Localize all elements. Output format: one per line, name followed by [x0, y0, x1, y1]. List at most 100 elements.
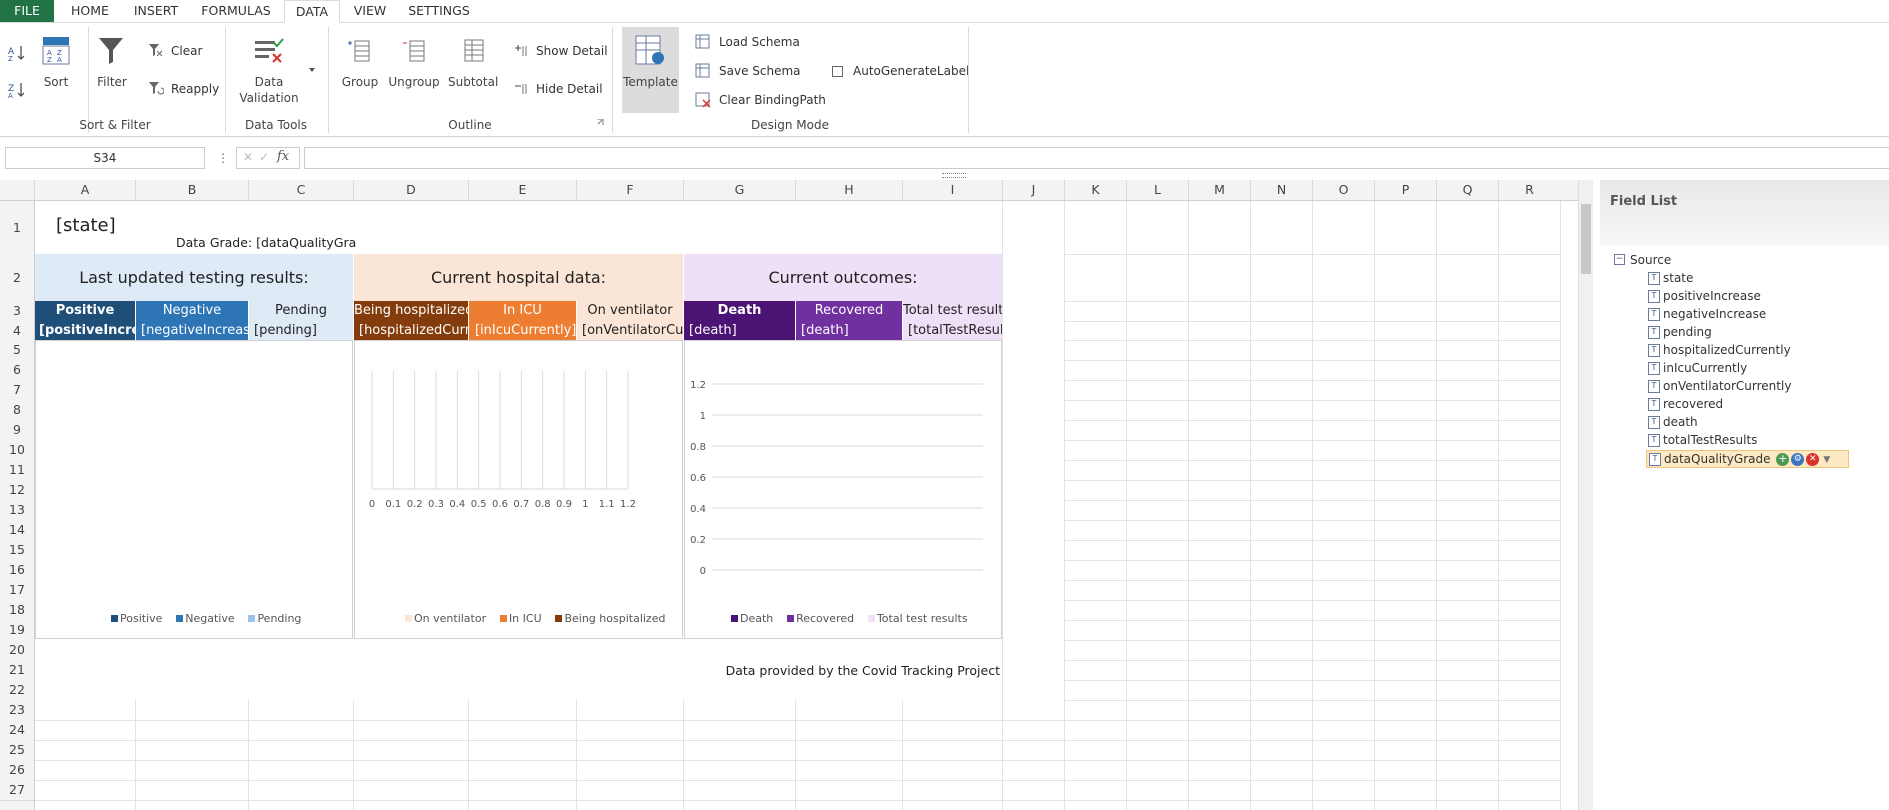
field-item-state[interactable]: Tstate	[1648, 271, 1693, 285]
row-header[interactable]: 9	[0, 420, 34, 441]
row-header[interactable]: 3	[0, 301, 34, 322]
fx-icon[interactable]: fx	[277, 149, 289, 164]
row-header[interactable]: 18	[0, 600, 34, 621]
field-item-death[interactable]: Tdeath	[1648, 415, 1698, 429]
column-header[interactable]: C	[249, 180, 354, 200]
chevron-down-icon[interactable]	[308, 67, 316, 73]
row-header[interactable]: 12	[0, 480, 34, 501]
row-header[interactable]: 25	[0, 740, 34, 761]
ventilator-header[interactable]: On ventilator	[577, 301, 683, 321]
filter-button[interactable]: Filter	[92, 75, 132, 89]
row-header[interactable]: 10	[0, 440, 34, 461]
row-header[interactable]: 1	[0, 201, 34, 255]
column-header[interactable]: F	[577, 180, 684, 200]
field-item-hospitalized-currently[interactable]: ThospitalizedCurrently	[1648, 343, 1791, 357]
group-button[interactable]: Group	[338, 75, 382, 89]
remove-icon[interactable]: ✕	[1806, 453, 1820, 466]
row-header[interactable]: 11	[0, 460, 34, 481]
column-header[interactable]: O	[1313, 180, 1375, 200]
dialog-launcher-icon[interactable]	[597, 119, 604, 126]
group-icon[interactable]	[346, 37, 372, 63]
column-header[interactable]: D	[354, 180, 469, 200]
clear-binding-path-button[interactable]: Clear BindingPath	[719, 93, 826, 107]
tab-home[interactable]: HOME	[64, 0, 116, 22]
outcomes-section-title[interactable]: Current outcomes:	[684, 254, 1002, 301]
row-header[interactable]: 19	[0, 620, 34, 641]
column-header[interactable]: R	[1499, 180, 1561, 200]
row-header[interactable]: 14	[0, 520, 34, 541]
confirm-icon[interactable]: ✓	[259, 150, 269, 164]
tab-insert[interactable]: INSERT	[126, 0, 186, 22]
data-grade-cell[interactable]: Data Grade: [dataQualityGrad	[176, 235, 356, 250]
column-header[interactable]: E	[469, 180, 577, 200]
column-header[interactable]: P	[1375, 180, 1437, 200]
sort-icon[interactable]: A ZZ A	[42, 36, 70, 66]
column-header[interactable]: A	[35, 180, 136, 200]
ungroup-button[interactable]: Ungroup	[387, 75, 441, 89]
scrollbar-thumb[interactable]	[1581, 204, 1591, 274]
field-item-data-quality-grade[interactable]: TdataQualityGrade + ⚙ ✕ ▼	[1646, 450, 1850, 468]
field-item-negative-increase[interactable]: TnegativeIncrease	[1648, 307, 1766, 321]
outcomes-chart[interactable]: 0 0.2 0.4 0.6 0.8 1 1.2 Death Recovered Total …	[684, 340, 1002, 639]
ungroup-icon[interactable]	[401, 37, 427, 63]
negative-header[interactable]: Negative	[136, 301, 248, 321]
row-header[interactable]: 13	[0, 500, 34, 521]
icu-value[interactable]: [inIcuCurrently]	[469, 321, 576, 340]
testing-section-title[interactable]: Last updated testing results:	[35, 254, 353, 301]
field-item-total-test-results[interactable]: TtotalTestResults	[1648, 433, 1757, 447]
subtotal-button[interactable]: Subtotal	[448, 75, 498, 89]
field-item-positive-increase[interactable]: TpositiveIncrease	[1648, 289, 1761, 303]
pending-value[interactable]: [pending]	[249, 321, 353, 340]
data-validation-icon[interactable]	[254, 37, 284, 65]
template-button[interactable]: Template	[622, 27, 679, 113]
column-header[interactable]: M	[1189, 180, 1251, 200]
death-header[interactable]: Death	[684, 301, 795, 321]
chevron-down-icon[interactable]: ▼	[1823, 452, 1830, 468]
field-item-on-ventilator-currently[interactable]: TonVentilatorCurrently	[1648, 379, 1791, 393]
row-header[interactable]: 23	[0, 700, 34, 721]
more-icon[interactable]: ⋮	[217, 151, 229, 165]
row-header[interactable]: 5	[0, 340, 34, 361]
tab-formulas[interactable]: FORMULAS	[196, 0, 276, 22]
splitter-handle[interactable]	[942, 173, 966, 178]
column-header[interactable]: B	[136, 180, 249, 200]
row-header[interactable]: 24	[0, 720, 34, 741]
positive-value[interactable]: [positiveIncreas	[35, 321, 135, 340]
recovered-value[interactable]: [death]	[796, 321, 902, 340]
row-header[interactable]: 27	[0, 780, 34, 801]
row-header[interactable]: 15	[0, 540, 34, 561]
row-header[interactable]: 7	[0, 380, 34, 401]
row-header[interactable]: 4	[0, 321, 34, 341]
sort-ascending-icon[interactable]: AZ	[8, 43, 26, 61]
auto-generate-label-checkbox[interactable]	[832, 66, 843, 77]
add-icon[interactable]: +	[1776, 453, 1790, 466]
save-schema-button[interactable]: Save Schema	[719, 64, 801, 78]
icu-header[interactable]: In ICU	[469, 301, 576, 321]
hospital-section-title[interactable]: Current hospital data:	[354, 254, 683, 301]
row-header[interactable]: 21	[0, 660, 34, 681]
field-item-recovered[interactable]: Trecovered	[1648, 397, 1723, 411]
tab-file[interactable]: FILE	[0, 0, 54, 22]
column-header[interactable]: H	[796, 180, 903, 200]
sort-descending-icon[interactable]: ZA	[8, 80, 26, 98]
tab-data[interactable]: DATA	[284, 0, 340, 24]
vertical-scrollbar[interactable]	[1578, 180, 1593, 810]
settings-icon[interactable]: ⚙	[1791, 453, 1805, 466]
pending-header[interactable]: Pending	[249, 301, 353, 321]
field-item-in-icu-currently[interactable]: TinIcuCurrently	[1648, 361, 1747, 375]
row-header[interactable]: 17	[0, 580, 34, 601]
ventilator-value[interactable]: [onVentilatorCur	[577, 321, 683, 340]
load-schema-button[interactable]: Load Schema	[719, 35, 800, 49]
data-validation-label-2[interactable]: Validation	[239, 91, 299, 105]
collapse-icon[interactable]: −	[1614, 254, 1625, 265]
hide-detail-button[interactable]: Hide Detail	[536, 82, 603, 96]
subtotal-icon[interactable]	[460, 37, 486, 63]
state-title[interactable]: [state]	[56, 215, 116, 236]
column-header[interactable]: L	[1127, 180, 1189, 200]
column-header[interactable]: N	[1251, 180, 1313, 200]
select-all-corner[interactable]	[0, 180, 35, 200]
row-header[interactable]: 2	[0, 254, 34, 302]
recovered-header[interactable]: Recovered	[796, 301, 902, 321]
filter-icon[interactable]	[98, 36, 124, 66]
reapply-button[interactable]: Reapply	[171, 82, 219, 96]
